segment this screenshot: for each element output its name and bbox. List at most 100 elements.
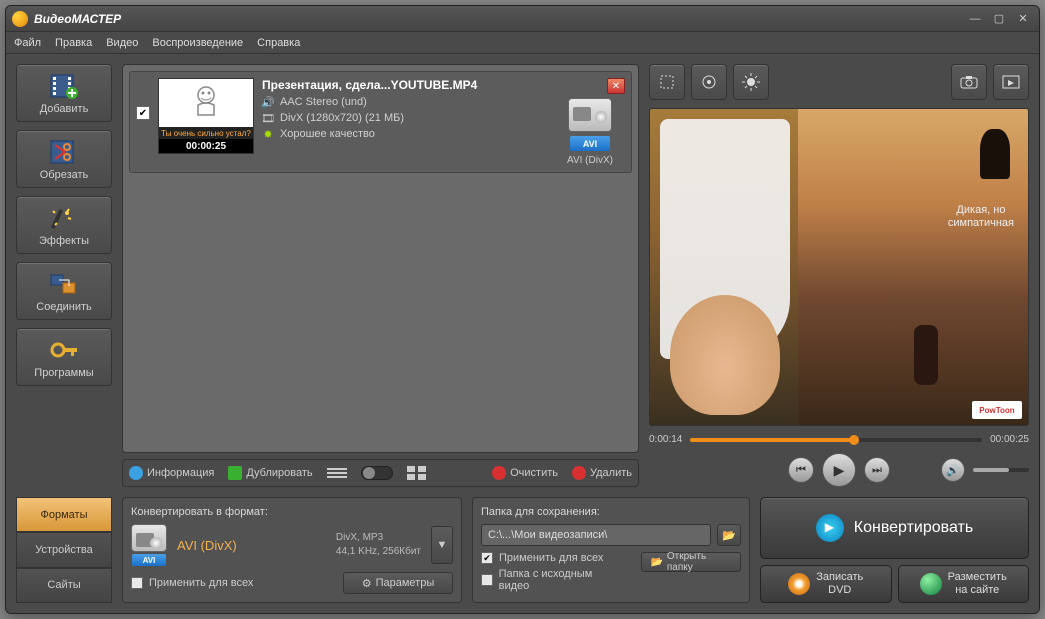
sidebar-label: Программы bbox=[34, 367, 93, 379]
menu-edit[interactable]: Правка bbox=[55, 37, 92, 49]
effects-button[interactable]: Эффекты bbox=[16, 196, 112, 254]
brightness-tool-button[interactable] bbox=[733, 64, 769, 100]
prev-track-button[interactable]: ⏮ bbox=[788, 457, 814, 483]
duplicate-button[interactable]: Дублировать bbox=[228, 466, 312, 480]
preview-toolbar bbox=[649, 64, 1029, 100]
apply-all-format-checkbox[interactable]: Применить для всех bbox=[131, 577, 253, 589]
volume-slider[interactable] bbox=[973, 468, 1029, 472]
format-name: AVI (DivX) bbox=[177, 538, 326, 553]
wand-icon bbox=[48, 204, 80, 232]
snapshot-button[interactable] bbox=[951, 64, 987, 100]
action-buttons: Конвертировать ЗаписатьDVD Разместитьна … bbox=[760, 497, 1029, 603]
source-folder-checkbox[interactable]: Папка с исходным видео bbox=[481, 568, 621, 592]
preview-panel: Дикая, носимпатичная PowToon 0:00:14 00:… bbox=[649, 64, 1029, 487]
titlebar: ВидеоМАСТЕР — ▢ ✕ bbox=[6, 6, 1039, 32]
enhance-tool-button[interactable] bbox=[691, 64, 727, 100]
sidebar-label: Эффекты bbox=[39, 235, 89, 247]
maximize-button[interactable]: ▢ bbox=[989, 11, 1009, 27]
video-preview[interactable]: Дикая, носимпатичная PowToon bbox=[649, 108, 1029, 426]
format-badge: AVI bbox=[570, 136, 610, 151]
time-total: 00:00:25 bbox=[990, 434, 1029, 445]
preview-overlay-text: Дикая, носимпатичная bbox=[948, 204, 1014, 230]
menu-video[interactable]: Видео bbox=[106, 37, 138, 49]
info-button[interactable]: Информация bbox=[129, 466, 214, 480]
folder-open-icon: 📂 bbox=[650, 557, 662, 568]
seek-knob[interactable] bbox=[849, 435, 859, 445]
format-camera-icon bbox=[131, 524, 167, 552]
browse-folder-button[interactable]: 📂 bbox=[717, 524, 741, 546]
save-path-field[interactable]: С:\...\Мои видеозаписи\ bbox=[481, 524, 711, 546]
grid-view-icon[interactable] bbox=[407, 466, 427, 480]
join-button[interactable]: Соединить bbox=[16, 262, 112, 320]
format-codecs: DivX, MP3 bbox=[336, 531, 421, 545]
convert-icon bbox=[816, 514, 844, 542]
burn-dvd-button[interactable]: ЗаписатьDVD bbox=[760, 565, 892, 603]
format-panel-title: Конвертировать в формат: bbox=[131, 506, 453, 518]
site-label-2: на сайте bbox=[955, 584, 999, 596]
fullscreen-button[interactable] bbox=[993, 64, 1029, 100]
output-format-block: ✕ AVI AVI (DivX) bbox=[555, 78, 625, 166]
video-icon: 🎞 bbox=[262, 112, 274, 124]
play-button[interactable]: ▶ bbox=[822, 453, 856, 487]
site-label-1: Разместить bbox=[948, 571, 1007, 583]
app-title: ВидеоМАСТЕР bbox=[34, 12, 961, 26]
remove-file-button[interactable]: ✕ bbox=[607, 78, 625, 94]
source-folder-label: Папка с исходным видео bbox=[499, 568, 622, 592]
close-window-button[interactable]: ✕ bbox=[1013, 11, 1033, 27]
plus-icon bbox=[228, 466, 242, 480]
timeline: 0:00:14 00:00:25 bbox=[649, 434, 1029, 445]
minimize-button[interactable]: — bbox=[965, 11, 985, 27]
seek-track[interactable] bbox=[690, 438, 982, 442]
file-item[interactable]: ✔ Ты очень сильно устал? 00:00:25 Презен… bbox=[129, 71, 632, 173]
convert-label: Конвертировать bbox=[854, 519, 973, 537]
apply-all-save-checkbox[interactable]: ✔ Применить для всех bbox=[481, 552, 621, 564]
checkbox-icon: ✔ bbox=[481, 552, 493, 564]
tab-formats[interactable]: Форматы bbox=[16, 497, 112, 532]
playback-controls: ⏮ ▶ ⏭ 🔊 bbox=[649, 453, 1029, 487]
apply-all-label: Применить для всех bbox=[149, 577, 253, 589]
scissors-icon bbox=[48, 138, 80, 166]
add-button[interactable]: Добавить bbox=[16, 64, 112, 122]
trim-button[interactable]: Обрезать bbox=[16, 130, 112, 188]
list-view-icon[interactable] bbox=[327, 467, 347, 479]
file-checkbox[interactable]: ✔ bbox=[136, 106, 150, 120]
tab-devices[interactable]: Устройства bbox=[16, 532, 112, 567]
thumbnail-image bbox=[159, 79, 253, 127]
crop-tool-button[interactable] bbox=[649, 64, 685, 100]
sidebar-label: Обрезать bbox=[40, 169, 89, 181]
save-apply-all-label: Применить для всех bbox=[499, 552, 603, 564]
volume-button[interactable]: 🔊 bbox=[941, 458, 965, 482]
dvd-label-1: Записать bbox=[816, 571, 863, 583]
format-dropdown-button[interactable]: ▼ bbox=[431, 526, 453, 564]
format-panel: Конвертировать в формат: AVI AVI (DivX) … bbox=[122, 497, 462, 603]
preview-frame: Дикая, носимпатичная PowToon bbox=[650, 109, 1028, 425]
open-folder-button[interactable]: 📂Открыть папку bbox=[641, 552, 741, 572]
convert-button[interactable]: Конвертировать bbox=[760, 497, 1029, 559]
audio-icon: 🔊 bbox=[262, 96, 274, 108]
quality-icon: ✸ bbox=[262, 128, 274, 140]
sidebar: Добавить Обрезать Эффекты Соединить bbox=[16, 64, 112, 487]
clear-button[interactable]: Очистить bbox=[492, 466, 558, 480]
programs-button[interactable]: Программы bbox=[16, 328, 112, 386]
delete-button[interactable]: Удалить bbox=[572, 466, 632, 480]
film-add-icon bbox=[48, 72, 80, 100]
clear-icon bbox=[492, 466, 506, 480]
file-audio: AAC Stereo (und) bbox=[280, 96, 367, 108]
format-params: 44,1 KHz, 256Кбит bbox=[336, 545, 421, 559]
file-list: ✔ Ты очень сильно устал? 00:00:25 Презен… bbox=[122, 64, 639, 453]
file-thumbnail[interactable]: Ты очень сильно устал? 00:00:25 bbox=[158, 78, 254, 154]
time-current: 0:00:14 bbox=[649, 434, 682, 445]
menu-help[interactable]: Справка bbox=[257, 37, 300, 49]
menu-file[interactable]: Файл bbox=[14, 37, 41, 49]
menu-playback[interactable]: Воспроизведение bbox=[152, 37, 243, 49]
publish-site-button[interactable]: Разместитьна сайте bbox=[898, 565, 1030, 603]
save-panel-title: Папка для сохранения: bbox=[481, 506, 741, 518]
view-toggle[interactable] bbox=[361, 466, 393, 480]
thumbnail-duration: 00:00:25 bbox=[159, 139, 253, 153]
next-track-button[interactable]: ⏭ bbox=[864, 457, 890, 483]
tab-sites[interactable]: Сайты bbox=[16, 568, 112, 603]
overlay-line2: симпатичная bbox=[948, 217, 1014, 229]
parameters-button[interactable]: ⚙Параметры bbox=[343, 572, 453, 594]
join-icon bbox=[48, 270, 80, 298]
gear-icon: ⚙ bbox=[362, 577, 372, 590]
